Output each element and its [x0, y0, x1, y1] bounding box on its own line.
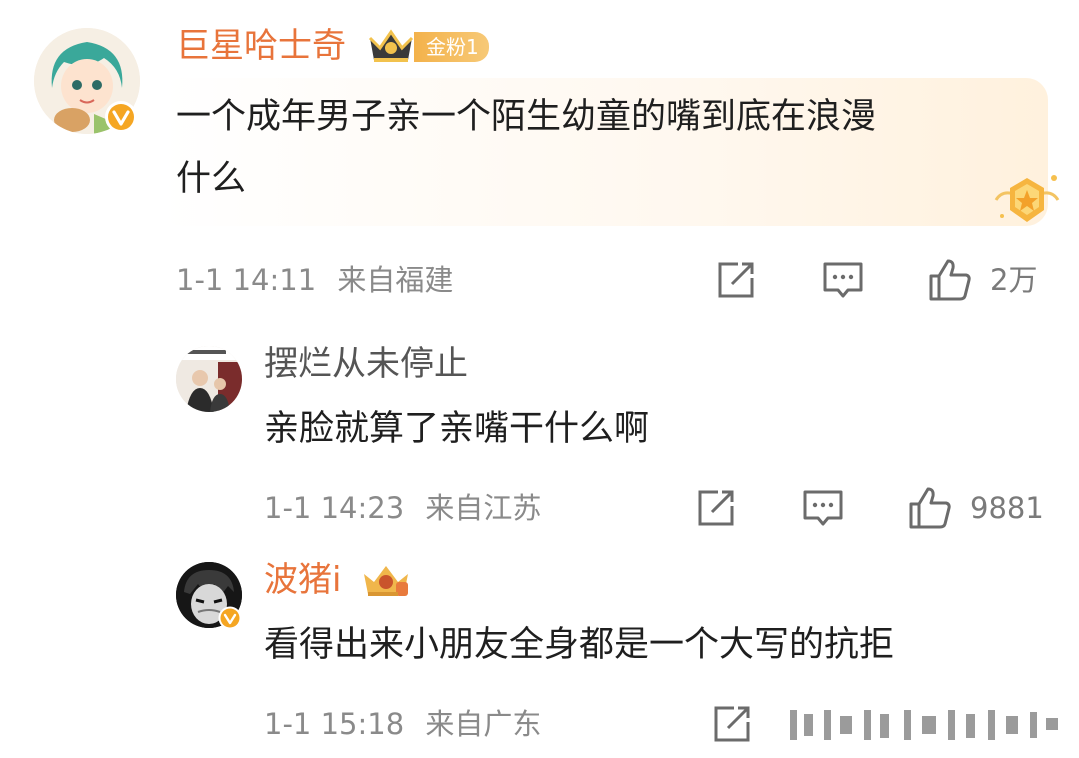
- username[interactable]: 摆烂从未停止: [264, 344, 468, 384]
- comment-location: 来自江苏: [425, 491, 542, 525]
- comment-location: 来自福建: [337, 263, 454, 297]
- comment-text-line1: 一个成年男子亲一个陌生幼童的嘴到底在浪漫: [176, 97, 877, 137]
- comment-icon[interactable]: [802, 488, 844, 530]
- username[interactable]: 巨星哈士奇: [176, 26, 346, 66]
- like-count: 2万: [990, 263, 1038, 297]
- comment-time: 1-1 14:11: [176, 263, 317, 297]
- comment-location: 来自广东: [425, 707, 542, 741]
- comment-meta: 1-1 15:18 来自广东: [264, 706, 541, 742]
- username[interactable]: 波猪i: [264, 560, 341, 600]
- comment-text: 看得出来小朋友全身都是一个大写的抗拒: [264, 625, 895, 665]
- comment-meta: 1-1 14:11 来自福建: [176, 262, 453, 298]
- comment-time: 1-1 15:18: [264, 707, 405, 741]
- comment-meta: 1-1 14:23 来自江苏: [264, 490, 541, 526]
- comment-text: 亲脸就算了亲嘴干什么啊: [264, 409, 650, 449]
- avatar[interactable]: [176, 346, 242, 412]
- fan-badge: 金粉1: [414, 32, 489, 62]
- watermark-icon: [780, 700, 1070, 750]
- medal-decoration-icon: [992, 170, 1062, 230]
- share-icon[interactable]: [716, 260, 756, 300]
- thumbs-up-icon[interactable]: [928, 258, 972, 302]
- like-count: 9881: [970, 491, 1044, 525]
- crown-badge-icon: [366, 26, 416, 66]
- comment-text-line2: 什么: [176, 159, 247, 199]
- verified-v-icon: [218, 606, 242, 630]
- share-icon[interactable]: [712, 704, 752, 744]
- comment-time: 1-1 14:23: [264, 491, 405, 525]
- crown-badge-icon: [360, 560, 412, 600]
- thumbs-up-icon[interactable]: [908, 486, 952, 530]
- comment-icon[interactable]: [822, 260, 864, 302]
- share-icon[interactable]: [696, 488, 736, 528]
- verified-v-icon: [104, 100, 138, 134]
